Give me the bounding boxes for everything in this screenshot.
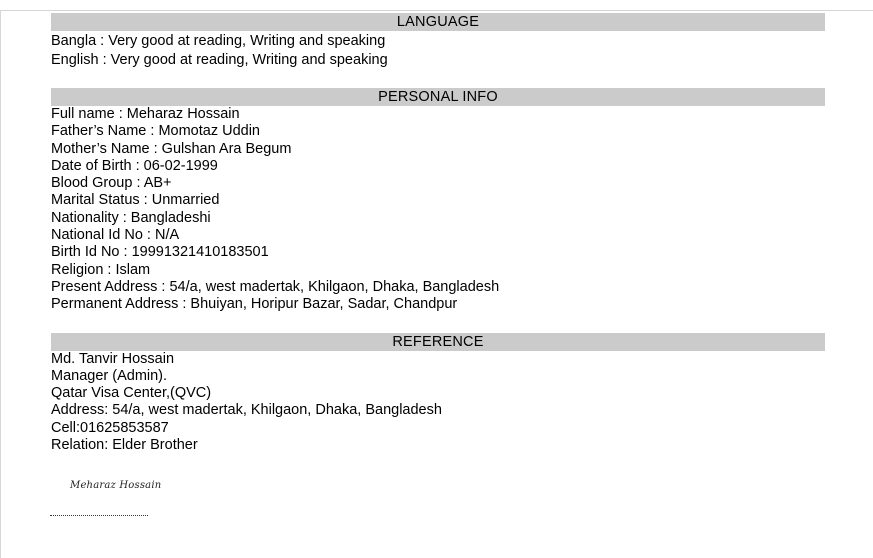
signature: Meharaz Hossain	[70, 480, 162, 491]
personal-info-line: Date of Birth : 06-02-1999	[51, 157, 218, 174]
language-heading: LANGUAGE	[51, 13, 825, 31]
language-line: English : Very good at reading, Writing …	[51, 52, 388, 68]
reference-line: Cell:01625853587	[51, 419, 169, 436]
personal-info-line: National Id No : N/A	[51, 227, 180, 244]
reference-line: Relation: Elder Brother	[51, 437, 198, 454]
personal-info-line: Permanent Address : Bhuiyan, Horipur Baz…	[51, 296, 458, 313]
personal-info-line: Marital Status : Unmarried	[51, 192, 220, 209]
reference-line: Manager (Admin).	[51, 367, 168, 384]
personal-info-line: Birth Id No : 19991321410183501	[51, 244, 269, 261]
page-left-edge	[0, 10, 1, 558]
language-line: Bangla : Very good at reading, Writing a…	[51, 33, 386, 49]
personal-info-line: Nationality : Bangladeshi	[51, 209, 211, 226]
personal-info-line: Blood Group : AB+	[51, 175, 172, 192]
document-body: LANGUAGE Bangla : Very good at reading, …	[51, 13, 825, 454]
reference-section: Md. Tanvir Hossain Manager (Admin). Qata…	[51, 351, 825, 455]
signature-line	[50, 515, 148, 516]
reference-line: Md. Tanvir Hossain	[51, 350, 175, 367]
reference-line: Address: 54/a, west madertak, Khilgaon, …	[51, 402, 442, 419]
personal-info-line: Present Address : 54/a, west madertak, K…	[51, 278, 500, 295]
personal-info-heading: PERSONAL INFO	[51, 88, 825, 106]
language-section: Bangla : Very good at reading, Writing a…	[51, 32, 825, 70]
personal-info-line: Father’s Name : Momotaz Uddin	[51, 123, 260, 140]
personal-info-section: Full name : Meharaz Hossain Father’s Nam…	[51, 106, 825, 314]
personal-info-line: Full name : Meharaz Hossain	[51, 106, 240, 122]
reference-heading: REFERENCE	[51, 332, 825, 351]
page-top-edge	[0, 10, 873, 11]
reference-line: Qatar Visa Center,(QVC)	[51, 385, 212, 402]
personal-info-line: Religion : Islam	[51, 261, 151, 278]
personal-info-line: Mother’s Name : Gulshan Ara Begum	[51, 140, 292, 157]
